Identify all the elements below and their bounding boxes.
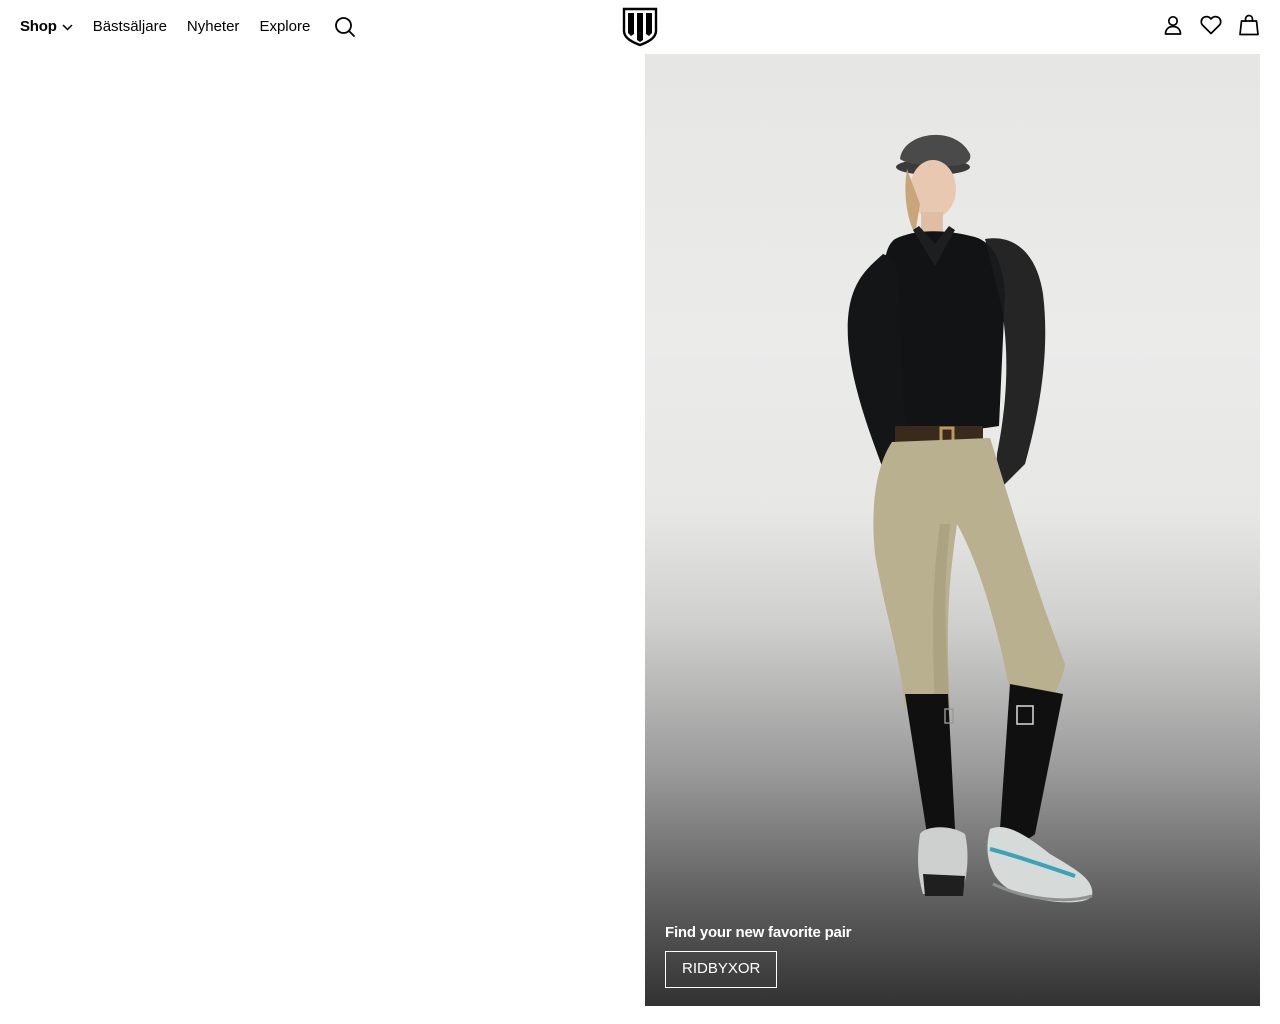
- site-header: Shop Bästsäljare Nyheter Explore: [0, 0, 1280, 54]
- brand-shield-logo[interactable]: [622, 7, 658, 47]
- hero-banner[interactable]: Find your new favorite pair RIDBYXOR: [645, 54, 1260, 1006]
- main-nav: Shop Bästsäljare Nyheter Explore: [20, 17, 330, 37]
- hero-caption: Find your new favorite pair RIDBYXOR: [665, 923, 851, 988]
- nav-shop[interactable]: Shop: [20, 17, 73, 37]
- nav-shop-label: Shop: [20, 18, 57, 35]
- hero-model-photo: [847, 134, 1093, 903]
- nav-explore[interactable]: Explore: [259, 17, 310, 37]
- header-actions: [1146, 13, 1260, 37]
- user-icon[interactable]: [1162, 13, 1184, 37]
- heart-icon[interactable]: [1200, 13, 1222, 37]
- breeches-cta-button[interactable]: RIDBYXOR: [665, 951, 778, 988]
- shopping-bag-icon[interactable]: [1238, 13, 1260, 37]
- search-icon[interactable]: [334, 16, 356, 38]
- hero-heading: Find your new favorite pair: [665, 924, 852, 941]
- nav-news[interactable]: Nyheter: [187, 17, 240, 37]
- nav-bestsellers[interactable]: Bästsäljare: [93, 17, 167, 37]
- content-left-empty: [0, 54, 645, 1006]
- chevron-down-icon: [62, 23, 73, 31]
